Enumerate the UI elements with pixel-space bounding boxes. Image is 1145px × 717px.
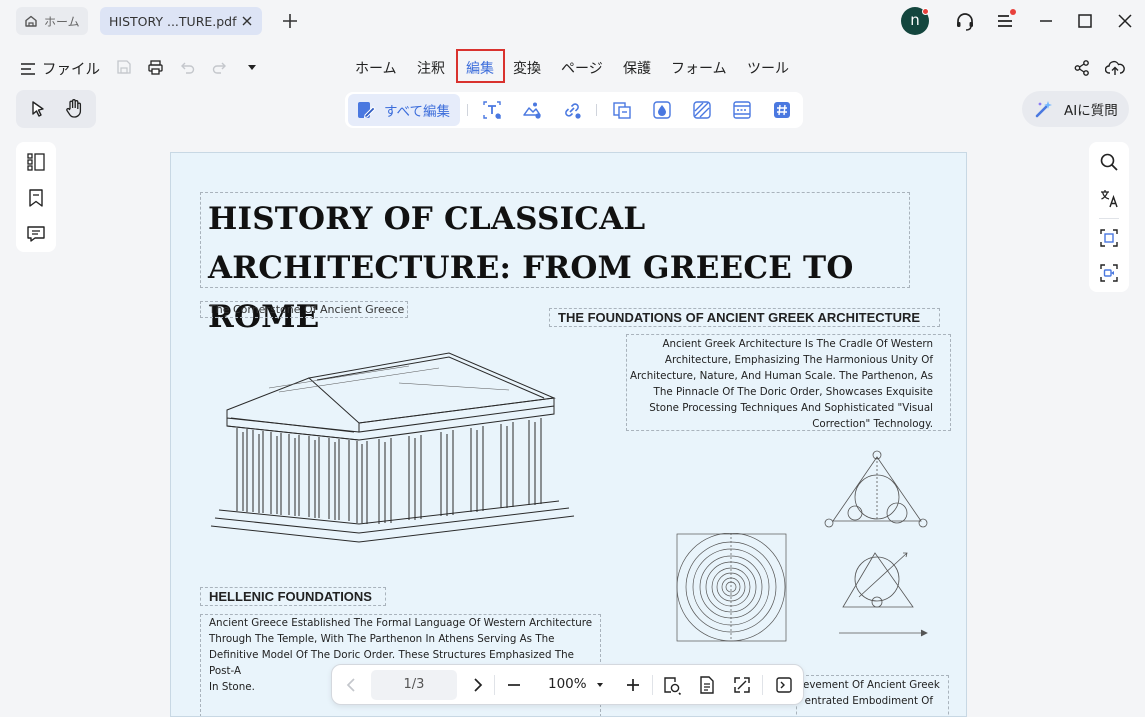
panel-divider — [1099, 218, 1119, 219]
title-bar: ホーム HISTORY ...TURE.pdf n — [0, 0, 1145, 42]
file-menu-label: ファイル — [42, 62, 100, 78]
header-footer-icon[interactable] — [732, 100, 752, 120]
file-menu-button[interactable]: ファイル — [20, 58, 100, 79]
toolbar-separator — [596, 104, 597, 116]
zoom-level[interactable]: 100% — [548, 676, 587, 692]
menu-edit[interactable]: 編集 — [466, 58, 494, 78]
parthenon-illustration — [209, 348, 579, 548]
menu-bar: ファイル ホーム 注釈 編集 変換 ページ 保護 フォーム ツール — [0, 48, 1145, 86]
cloud-upload-icon[interactable] — [1105, 59, 1125, 77]
paragraph-3: evement Of Ancient Greek entrated Embodi… — [803, 677, 940, 709]
paragraph-2-end: In Stone. — [209, 681, 255, 693]
edit-all-label: すべて編集 — [384, 104, 451, 120]
edit-document-icon — [356, 100, 376, 120]
ask-ai-button[interactable]: AIに質問 — [1022, 91, 1129, 127]
page-navigation-bar: 1/3 100% — [331, 664, 804, 705]
section-heading-1: THE FOUNDATIONS OF ANCIENT GREEK ARCHITE… — [558, 310, 921, 325]
watermark-icon[interactable] — [652, 100, 672, 120]
edit-all-button[interactable]: すべて編集 — [348, 94, 460, 126]
menu-notification-dot — [1010, 9, 1016, 15]
select-cursor-icon[interactable] — [28, 99, 48, 119]
hamburger-icon — [20, 61, 36, 77]
right-sidebar — [1089, 142, 1129, 292]
left-sidebar — [16, 142, 56, 252]
previous-page-icon[interactable] — [342, 675, 362, 695]
notification-dot — [922, 8, 929, 15]
page-number-field[interactable]: 1/3 — [371, 670, 457, 700]
ai-sparkle-icon — [1034, 99, 1054, 119]
menu-page[interactable]: ページ — [561, 58, 603, 78]
bookmark-icon[interactable] — [26, 188, 46, 208]
tab-home-label: ホーム — [44, 14, 80, 29]
nav-separator — [494, 675, 495, 695]
hand-tool-icon[interactable] — [64, 98, 84, 120]
concentric-circles-diagram — [676, 533, 788, 643]
close-tab-icon[interactable] — [240, 14, 254, 28]
triangle-circle-diagram — [823, 449, 931, 531]
paragraph-3-line-2: entrated Embodiment Of — [804, 695, 933, 707]
home-icon — [24, 14, 38, 28]
minimize-icon[interactable] — [1036, 11, 1056, 31]
thumbnails-icon[interactable] — [26, 152, 46, 172]
page-layout-icon[interactable] — [697, 675, 717, 695]
zoom-dropdown-icon[interactable] — [594, 677, 606, 693]
screen-record-icon[interactable] — [1099, 263, 1119, 283]
document-page: HISTORY OF CLASSICAL ARCHITECTURE: FROM … — [170, 152, 967, 717]
section-heading-2: HELLENIC FOUNDATIONS — [209, 589, 372, 604]
fit-page-icon[interactable] — [662, 675, 682, 695]
add-link-icon[interactable] — [562, 100, 582, 120]
undo-icon[interactable] — [179, 59, 196, 76]
add-text-icon[interactable] — [482, 100, 502, 120]
new-tab-icon[interactable] — [280, 11, 300, 31]
ask-ai-label: AIに質問 — [1064, 103, 1118, 119]
tab-document-label: HISTORY ...TURE.pdf — [109, 13, 237, 29]
zoom-in-icon[interactable] — [623, 675, 643, 695]
background-icon[interactable] — [692, 100, 712, 120]
headset-icon[interactable] — [954, 11, 976, 33]
menu-protect[interactable]: 保護 — [623, 58, 651, 78]
menu-tools[interactable]: ツール — [747, 58, 789, 78]
fullscreen-icon[interactable] — [732, 675, 752, 695]
translate-icon[interactable] — [1099, 188, 1119, 208]
triangle-arrow-diagram — [839, 547, 939, 642]
next-page-icon[interactable] — [467, 675, 487, 695]
menu-form[interactable]: フォーム — [671, 58, 727, 78]
close-window-icon[interactable] — [1115, 11, 1135, 31]
quick-access-dropdown-icon[interactable] — [245, 59, 259, 75]
edit-toolbar: すべて編集 — [345, 92, 803, 128]
bates-number-icon[interactable] — [772, 100, 792, 120]
share-icon[interactable] — [1073, 59, 1091, 77]
ocr-icon[interactable] — [1099, 228, 1119, 248]
zoom-out-icon[interactable] — [504, 675, 524, 695]
menu-annotate[interactable]: 注釈 — [417, 58, 445, 78]
print-icon[interactable] — [147, 59, 164, 76]
comment-icon[interactable] — [26, 224, 46, 244]
add-image-icon[interactable] — [522, 100, 542, 120]
save-icon[interactable] — [116, 59, 132, 75]
collapse-toolbar-icon[interactable] — [774, 675, 794, 695]
nav-separator — [762, 675, 763, 695]
redo-icon[interactable] — [211, 59, 228, 76]
search-icon[interactable] — [1099, 152, 1119, 172]
tab-home[interactable]: ホーム — [16, 7, 88, 35]
menu-home[interactable]: ホーム — [355, 58, 397, 78]
menu-convert[interactable]: 変換 — [513, 58, 541, 78]
nav-separator — [652, 675, 653, 695]
paragraph-3-line-1: evement Of Ancient Greek — [803, 679, 940, 691]
document-subtitle: The Cornerstone Of Ancient Greece — [209, 303, 405, 316]
mode-toolbar — [16, 90, 96, 128]
paragraph-1: Ancient Greek Architecture Is The Cradle… — [629, 338, 933, 430]
crop-page-icon[interactable] — [612, 100, 632, 120]
tab-document[interactable]: HISTORY ...TURE.pdf — [100, 7, 262, 35]
toolbar-separator — [467, 104, 468, 116]
maximize-icon[interactable] — [1075, 11, 1095, 31]
